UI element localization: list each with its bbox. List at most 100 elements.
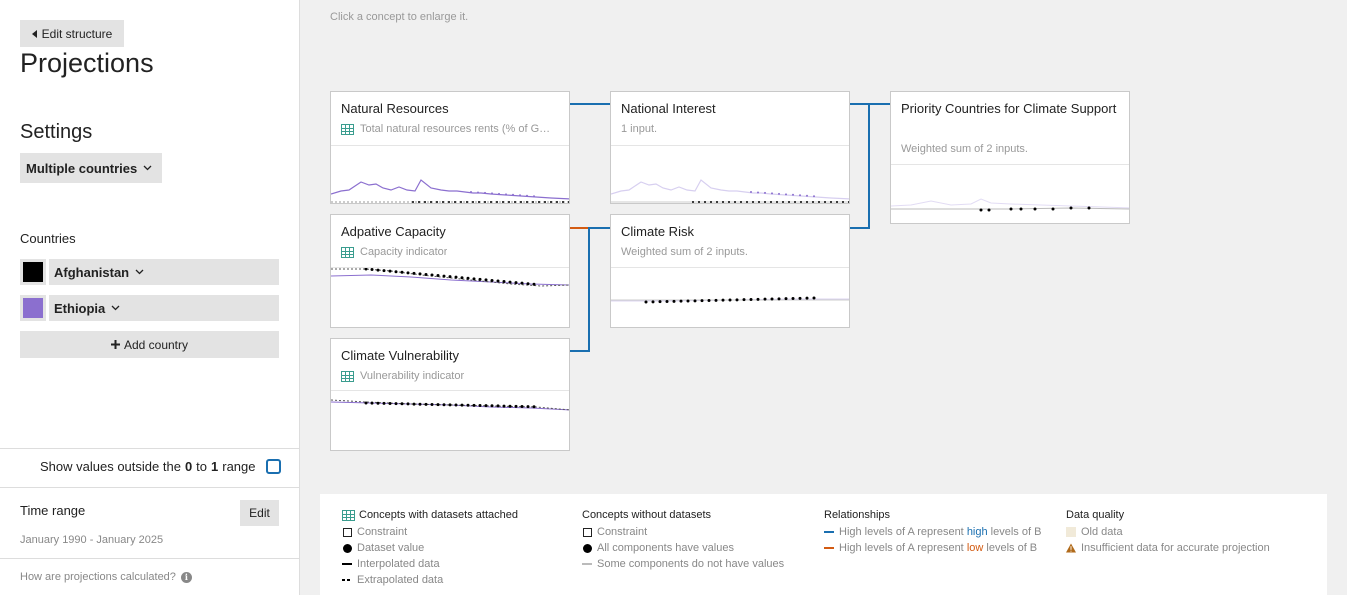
concept-subtitle: Weighted sum of 2 inputs. bbox=[621, 246, 839, 258]
data-point bbox=[376, 401, 380, 405]
data-point bbox=[496, 279, 500, 283]
legend-item: All components have values bbox=[582, 540, 784, 556]
data-point bbox=[746, 201, 748, 203]
page-title: Projections bbox=[20, 48, 154, 78]
data-point bbox=[721, 298, 725, 302]
data-point bbox=[370, 268, 374, 272]
data-point bbox=[478, 404, 482, 408]
concept-subtitle-text: Capacity indicator bbox=[360, 246, 448, 258]
data-point bbox=[704, 201, 706, 203]
concept-card-climate-risk[interactable]: Climate Risk Weighted sum of 2 inputs. bbox=[610, 214, 850, 328]
edit-structure-button[interactable]: Edit structure bbox=[20, 20, 124, 47]
sparkline-chart bbox=[331, 268, 569, 287]
concept-card-national-interest[interactable]: National Interest 1 input. bbox=[610, 91, 850, 204]
chevron-down-icon bbox=[111, 305, 120, 311]
data-point bbox=[484, 191, 486, 194]
countries-label: Countries bbox=[20, 231, 76, 246]
sidebar: Edit structure Projections Settings Mult… bbox=[0, 0, 300, 595]
data-point bbox=[770, 201, 772, 203]
concept-card-adaptive-capacity[interactable]: Adpative Capacity Capacity indicator bbox=[330, 214, 570, 328]
data-point bbox=[466, 403, 470, 407]
concept-card-natural-resources[interactable]: Natural Resources Total natural resource… bbox=[330, 91, 570, 204]
dataset-icon bbox=[341, 123, 354, 135]
data-point bbox=[424, 272, 428, 276]
settings-title: Settings bbox=[20, 121, 93, 143]
data-point bbox=[848, 201, 849, 203]
data-point bbox=[1033, 207, 1037, 211]
show-values-checkbox[interactable] bbox=[265, 459, 281, 474]
legend-heading: Concepts without datasets bbox=[582, 509, 712, 521]
data-point bbox=[472, 201, 474, 203]
legend-without-datasets: Concepts without datasets Constraint All… bbox=[582, 507, 784, 572]
data-point bbox=[764, 201, 766, 203]
data-point bbox=[394, 402, 398, 406]
data-point bbox=[412, 402, 416, 406]
country-select[interactable]: Ethiopia bbox=[49, 295, 279, 321]
data-point bbox=[442, 403, 446, 407]
data-point bbox=[498, 192, 500, 195]
data-point bbox=[770, 297, 774, 301]
data-point bbox=[784, 297, 788, 301]
country-color-picker[interactable] bbox=[20, 295, 46, 321]
data-point bbox=[556, 201, 558, 203]
data-point bbox=[477, 191, 479, 194]
how-calculated-link[interactable]: How are projections calculated? i bbox=[20, 571, 192, 583]
data-point bbox=[430, 273, 434, 277]
data-point bbox=[520, 201, 522, 203]
data-point bbox=[818, 201, 820, 203]
data-point bbox=[813, 195, 815, 198]
show-values-option: Show values outside the 0 to 1 range bbox=[40, 459, 281, 474]
data-point bbox=[412, 271, 416, 275]
data-point bbox=[532, 282, 536, 286]
country-name: Ethiopia bbox=[54, 300, 106, 316]
concept-title: Climate Risk bbox=[621, 224, 694, 239]
data-point bbox=[376, 268, 380, 272]
solid-line-icon bbox=[342, 563, 352, 565]
orange-line-icon bbox=[824, 547, 834, 549]
data-point bbox=[478, 277, 482, 281]
country-color-picker[interactable] bbox=[20, 259, 46, 285]
old-data-swatch-icon bbox=[1066, 527, 1076, 537]
data-point bbox=[568, 201, 569, 203]
data-point bbox=[514, 404, 518, 408]
data-point bbox=[496, 201, 498, 203]
concept-subtitle-text: Weighted sum of 2 inputs. bbox=[901, 143, 1028, 155]
data-point bbox=[526, 194, 528, 197]
concept-subtitle-text: Weighted sum of 2 inputs. bbox=[621, 246, 748, 258]
data-point bbox=[532, 201, 534, 203]
country-select[interactable]: Afghanistan bbox=[49, 259, 279, 285]
data-point bbox=[454, 275, 458, 279]
data-point bbox=[742, 298, 746, 302]
data-point bbox=[771, 192, 773, 195]
data-point bbox=[716, 201, 718, 203]
blue-line-icon bbox=[824, 531, 834, 533]
data-point bbox=[764, 191, 766, 194]
country-row: Ethiopia bbox=[20, 295, 279, 321]
concept-card-climate-vulnerability[interactable]: Climate Vulnerability Vulnerability indi… bbox=[330, 338, 570, 451]
dot-icon bbox=[582, 543, 592, 553]
data-point bbox=[466, 201, 468, 203]
data-point bbox=[805, 296, 809, 300]
data-point bbox=[364, 401, 368, 405]
grey-line-icon bbox=[582, 563, 592, 565]
show-values-text-post: range bbox=[222, 459, 256, 474]
data-point bbox=[418, 201, 420, 203]
divider bbox=[0, 448, 299, 449]
legend-relationships: Relationships High levels of A represent… bbox=[824, 507, 1041, 556]
legend-heading: Concepts with datasets attached bbox=[342, 507, 518, 523]
concept-card-priority-countries[interactable]: Priority Countries for Climate Support W… bbox=[890, 91, 1130, 224]
mode-select[interactable]: Multiple countries bbox=[20, 153, 162, 183]
dataset-icon bbox=[341, 370, 354, 382]
legend-heading-label: Concepts with datasets attached bbox=[359, 509, 518, 521]
data-point bbox=[490, 404, 494, 408]
data-point bbox=[763, 297, 767, 301]
data-point bbox=[460, 403, 464, 407]
data-point bbox=[776, 201, 778, 203]
data-point bbox=[490, 201, 492, 203]
data-point bbox=[800, 201, 802, 203]
add-country-button[interactable]: Add country bbox=[20, 331, 279, 358]
data-point bbox=[364, 268, 368, 271]
data-point bbox=[526, 282, 530, 286]
data-point bbox=[777, 297, 781, 301]
time-range-edit-button[interactable]: Edit bbox=[240, 500, 279, 526]
